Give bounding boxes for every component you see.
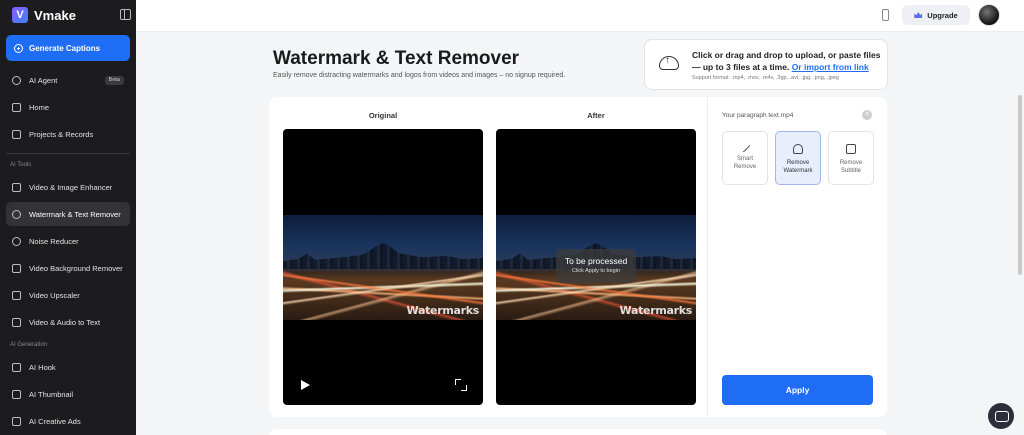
ads-icon	[12, 416, 21, 426]
generate-captions-button[interactable]: Generate Captions	[6, 35, 130, 61]
eraser-icon	[12, 209, 21, 219]
vmake-logo-icon: V	[12, 7, 28, 23]
sidebar-item-ai-hook[interactable]: AI Hook	[6, 355, 130, 379]
watermark-icon	[793, 144, 803, 154]
folder-icon	[12, 129, 21, 139]
import-from-link[interactable]: Or import from link	[792, 62, 869, 72]
mobile-icon[interactable]	[882, 9, 889, 21]
hook-icon	[12, 362, 21, 372]
smart-remove-button[interactable]: Smart Remove	[722, 131, 768, 185]
remove-watermark-button[interactable]: Remove Watermark	[775, 131, 821, 185]
sidebar-item-label: Noise Reducer	[29, 236, 79, 246]
apply-button[interactable]: Apply	[722, 375, 873, 405]
sidebar-item-label: Video & Image Enhancer	[29, 182, 113, 192]
generate-captions-label: Generate Captions	[29, 43, 101, 53]
close-icon[interactable]: ×	[862, 110, 872, 120]
upgrade-label: Upgrade	[927, 10, 958, 20]
sidebar-item-watermark-remover[interactable]: Watermark & Text Remover	[6, 202, 130, 226]
sidebar-item-enhancer[interactable]: Video & Image Enhancer	[6, 175, 130, 199]
sidebar-item-label: Video & Audio to Text	[29, 317, 101, 327]
sidebar-item-label: AI Agent	[29, 75, 58, 85]
sidebar-item-audio-to-text[interactable]: Video & Audio to Text	[6, 310, 130, 334]
sidebar-item-label: Home	[29, 102, 50, 112]
magic-wand-icon	[739, 141, 751, 153]
crown-icon	[914, 12, 923, 18]
brand-name: Vmake	[34, 7, 76, 23]
supported-formats: Support format: .mp4, .mov, .m4v, .3gp, …	[692, 75, 839, 81]
video-frame: Watermarks	[283, 215, 483, 320]
home-icon	[12, 102, 21, 112]
tool-label: Watermark	[783, 168, 813, 174]
pending-title: To be processed	[564, 256, 628, 266]
transcript-icon	[12, 317, 21, 327]
file-name: Your paragraph text.mp4	[722, 112, 794, 119]
section-label-ai-generation: AI Generation	[10, 342, 48, 348]
original-label: Original	[368, 111, 398, 120]
play-icon[interactable]	[301, 380, 310, 390]
tool-label: Remove	[839, 160, 863, 166]
after-label: After	[587, 111, 605, 120]
panel-divider	[707, 97, 708, 417]
fullscreen-icon[interactable]	[455, 379, 467, 391]
sidebar-item-ai-agent[interactable]: AI Agent Beta	[6, 68, 130, 92]
upload-dropzone[interactable]: Click or drag and drop to upload, or pas…	[644, 39, 888, 90]
sidebar-item-label: Video Upscaler	[29, 290, 80, 300]
sidebar-item-home[interactable]: Home	[6, 95, 130, 119]
cc-icon	[846, 144, 856, 154]
sidebar-item-ai-thumbnail[interactable]: AI Thumbnail	[6, 382, 130, 406]
enhance-icon	[12, 182, 21, 192]
tool-label: Remove	[733, 164, 757, 170]
pending-hint: Click Apply to begin	[572, 268, 620, 274]
sparkle-icon	[12, 75, 21, 85]
sidebar: V Vmake Generate Captions AI Agent Beta …	[0, 0, 136, 435]
avatar[interactable]	[978, 4, 1000, 26]
noise-icon	[12, 236, 21, 246]
upload-instruction: Click or drag and drop to upload, or pas…	[692, 50, 881, 60]
brand[interactable]: V Vmake	[12, 7, 76, 23]
sidebar-item-creative-ads[interactable]: AI Creative Ads	[6, 409, 130, 433]
watermark-overlay: Watermarks	[619, 304, 693, 317]
tool-label: Subtitle	[840, 168, 861, 174]
plus-circle-icon	[14, 43, 23, 53]
section-label-ai-tools: AI Tools	[10, 162, 32, 168]
tool-label: Smart	[736, 156, 753, 162]
sidebar-item-label: AI Creative Ads	[29, 416, 81, 426]
sidebar-item-noise-reducer[interactable]: Noise Reducer	[6, 229, 130, 253]
thumbnail-icon	[12, 389, 21, 399]
sidebar-item-projects[interactable]: Projects & Records	[6, 122, 130, 146]
watermark-overlay: Watermarks	[406, 304, 480, 317]
sidebar-item-upscaler[interactable]: Video Upscaler	[6, 283, 130, 307]
sidebar-item-label: Watermark & Text Remover	[29, 209, 121, 219]
page-subtitle: Easily remove distracting watermarks and…	[273, 72, 566, 79]
person-cutout-icon	[12, 263, 21, 273]
original-preview[interactable]: Watermarks	[283, 129, 483, 405]
tool-label: Remove	[786, 160, 810, 166]
upgrade-button[interactable]: Upgrade	[902, 5, 970, 25]
editor-card: Original After Watermarks Watermarks To …	[269, 97, 887, 417]
top-bar: Upgrade	[136, 0, 1024, 32]
sidebar-item-label: Projects & Records	[29, 129, 94, 139]
beta-badge: Beta	[104, 75, 124, 85]
upload-instruction-2: — up to 3 files at a time. Or import fro…	[692, 62, 869, 72]
sidebar-item-label: Video Background Remover	[29, 263, 123, 273]
next-section-card	[269, 429, 887, 435]
page-title: Watermark & Text Remover	[273, 48, 520, 69]
sidebar-item-label: AI Hook	[29, 362, 56, 372]
upscale-icon	[12, 290, 21, 300]
page-scrollbar[interactable]	[1018, 95, 1022, 275]
sidebar-item-background-remover[interactable]: Video Background Remover	[6, 256, 130, 280]
upload-limit-text: — up to 3 files at a time.	[692, 62, 790, 72]
chat-support-icon[interactable]	[988, 403, 1014, 429]
cloud-upload-icon	[659, 55, 679, 70]
remove-subtitle-button[interactable]: Remove Subtitle	[828, 131, 874, 185]
sidebar-collapse-icon[interactable]	[120, 9, 131, 20]
sidebar-divider	[6, 153, 130, 154]
after-preview: Watermarks To be processed Click Apply t…	[496, 129, 696, 405]
processing-status: To be processed Click Apply to begin	[556, 249, 636, 283]
sidebar-item-label: AI Thumbnail	[29, 389, 74, 399]
